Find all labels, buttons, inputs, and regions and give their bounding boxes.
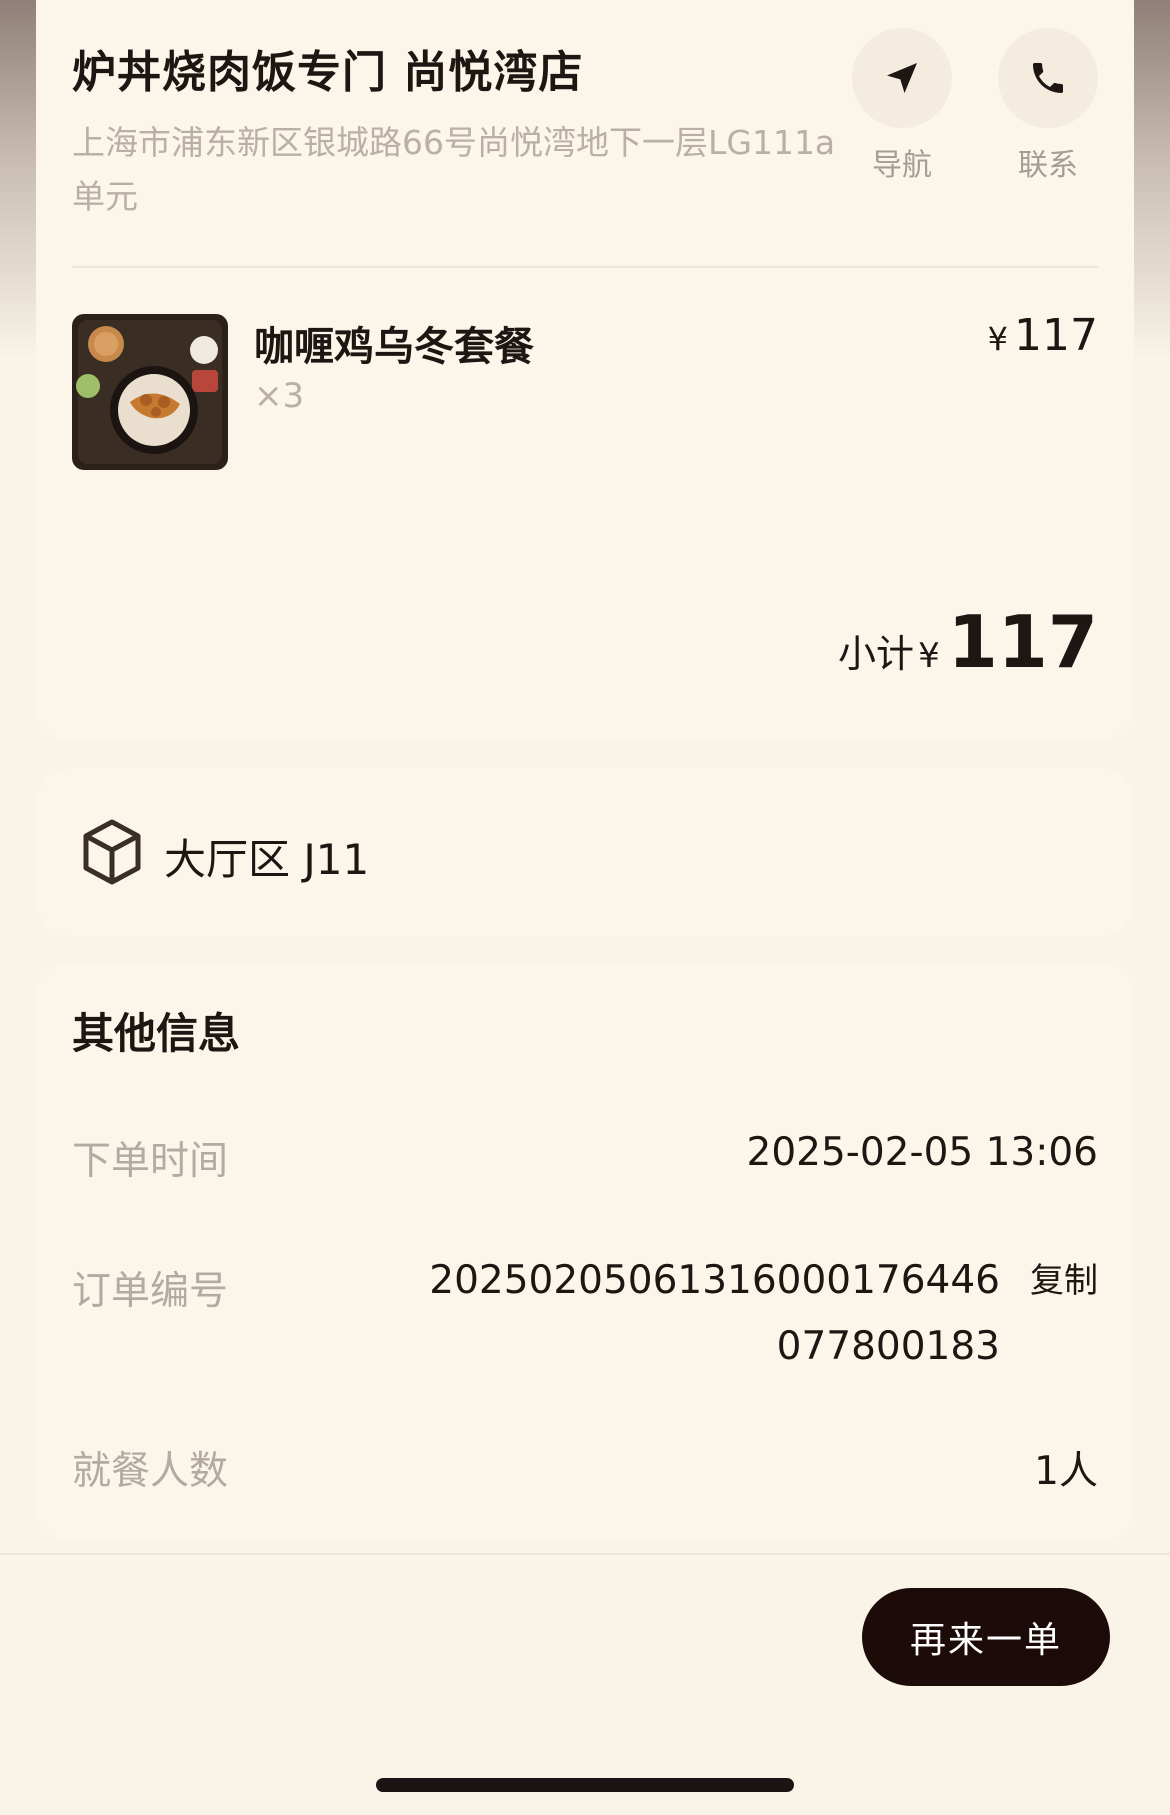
store-name: 炉丼烧肉饭专门 尚悦湾店 bbox=[72, 47, 584, 98]
dish-price-value: 117 bbox=[1014, 310, 1098, 361]
navigate-label: 导航 bbox=[872, 148, 932, 183]
dish-price: ¥117 bbox=[988, 310, 1098, 361]
subtotal-label: 小计 bbox=[838, 632, 915, 676]
dish-quantity: ×3 bbox=[254, 376, 305, 416]
bottom-bar: 再来一单 bbox=[0, 1553, 1170, 1815]
dish-name: 咖喱鸡乌冬套餐 bbox=[254, 324, 534, 370]
home-indicator[interactable] bbox=[376, 1778, 794, 1792]
subtotal-currency: ¥ bbox=[918, 636, 940, 676]
table-card: 大厅区 J11 bbox=[36, 768, 1134, 936]
curry-udon-image bbox=[72, 314, 228, 470]
subtotal-amount: 117 bbox=[947, 600, 1098, 684]
store-order-card: 炉丼烧肉饭专门 尚悦湾店 上海市浦东新区银城路66号尚悦湾地下一层LG111a单… bbox=[36, 0, 1134, 741]
contact-icon-circle[interactable] bbox=[998, 28, 1098, 128]
store-address: 上海市浦东新区银城路66号尚悦湾地下一层LG111a单元 bbox=[72, 123, 836, 216]
other-info-title: 其他信息 bbox=[72, 1009, 241, 1058]
diners-value: 1人 bbox=[1034, 1449, 1098, 1494]
table-location: 大厅区 J11 bbox=[164, 835, 370, 884]
contact-label: 联系 bbox=[1018, 148, 1078, 183]
navigation-arrow-icon bbox=[887, 63, 917, 93]
box-icon bbox=[83, 819, 141, 885]
order-time-value: 2025-02-05 13:06 bbox=[746, 1130, 1098, 1175]
reorder-button[interactable]: 再来一单 bbox=[862, 1588, 1110, 1686]
order-number-label: 订单编号 bbox=[72, 1269, 229, 1314]
diners-label: 就餐人数 bbox=[72, 1449, 229, 1494]
copy-button[interactable]: 复制 bbox=[1030, 1248, 1098, 1314]
contact-button[interactable]: 联系 bbox=[998, 28, 1098, 184]
navigate-icon-circle[interactable] bbox=[852, 28, 952, 128]
dish-thumbnail bbox=[72, 314, 228, 470]
dish-price-currency: ¥ bbox=[987, 320, 1009, 358]
order-time-label: 下单时间 bbox=[72, 1139, 229, 1184]
order-number-value: 2025020506131600017644607780018​3 bbox=[429, 1258, 1000, 1369]
navigate-button[interactable]: 导航 bbox=[852, 28, 952, 184]
subtotal: 小计 ¥ 117 bbox=[838, 600, 1098, 684]
phone-icon bbox=[1033, 63, 1063, 93]
divider bbox=[72, 266, 1098, 268]
other-info-card: 其他信息 下单时间 2025-02-05 13:06 订单编号 20250205… bbox=[36, 962, 1134, 1542]
